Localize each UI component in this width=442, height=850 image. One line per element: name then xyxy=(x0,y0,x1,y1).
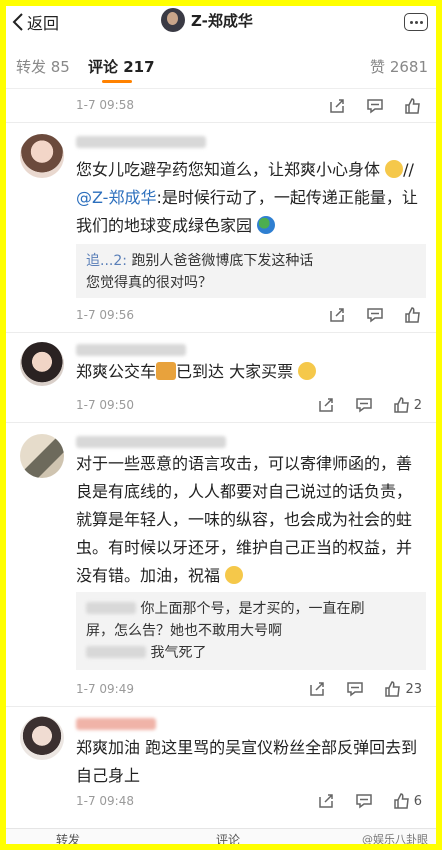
top-bar: 返回 Z-郑成华 xyxy=(6,6,436,38)
avatar[interactable] xyxy=(20,716,64,760)
reply-button[interactable] xyxy=(366,306,384,324)
repost-button[interactable]: 转发 xyxy=(56,831,80,844)
mention-link[interactable]: @Z-郑成华 xyxy=(76,188,156,207)
timestamp: 1-7 09:48 xyxy=(76,794,134,808)
like-count: 23 xyxy=(405,681,422,697)
share-button[interactable] xyxy=(317,396,335,414)
share-icon xyxy=(318,794,333,808)
comment-actions: 2 xyxy=(317,396,422,414)
divider xyxy=(6,706,436,707)
blush-emoji xyxy=(385,160,404,178)
reply-preview[interactable]: 你上面那个号，是才买的，一直在刷 屏，怎么告？她也不敢用大号啊 我气死了 xyxy=(76,592,426,670)
divider xyxy=(6,122,436,123)
timestamp: 1-7 09:56 xyxy=(76,308,134,322)
username-blurred[interactable] xyxy=(76,436,226,448)
watermark: @娱乐八卦眼 xyxy=(362,833,428,844)
comment-icon xyxy=(347,682,364,697)
reply-author[interactable] xyxy=(86,602,136,614)
share-button[interactable] xyxy=(328,306,346,324)
like-count: 6 xyxy=(413,793,422,809)
app-screen: 返回 Z-郑成华 转发 85 评论 217 赞 2681 1-7 09:58 您… xyxy=(6,6,436,844)
back-icon xyxy=(12,13,23,31)
like-button[interactable] xyxy=(404,306,422,324)
bus-emoji xyxy=(156,362,177,380)
laugh-emoji xyxy=(298,362,317,380)
username-blurred[interactable] xyxy=(76,136,206,148)
globe-emoji xyxy=(257,216,276,234)
reply-button[interactable] xyxy=(346,680,364,698)
reply-preview[interactable]: 追...2: 跑别人爸爸微博底下发这种话 您觉得真的很对吗？ xyxy=(76,244,426,298)
reply-button[interactable] xyxy=(366,97,384,115)
comment-icon xyxy=(355,794,372,809)
tab-likes[interactable]: 赞 2681 xyxy=(370,56,428,77)
page-title: Z-郑成华 xyxy=(191,11,253,30)
comment-text: 郑爽加油 跑这里骂的吴宣仪粉丝全部反弹回去到 自己身上 xyxy=(76,738,418,785)
like-icon xyxy=(393,793,409,809)
bottom-action-bar: 转发 评论 @娱乐八卦眼 xyxy=(6,828,436,844)
comment-text: 郑爽公交车 已到达 大家买票 xyxy=(76,358,426,386)
comment-icon xyxy=(355,398,372,413)
like-button[interactable]: 6 xyxy=(393,792,422,810)
like-icon xyxy=(393,397,409,413)
username-blurred[interactable] xyxy=(76,718,156,730)
profile-title[interactable]: Z-郑成华 xyxy=(161,8,253,32)
share-button[interactable] xyxy=(317,792,335,810)
like-button[interactable]: 2 xyxy=(393,396,422,414)
reply-button[interactable] xyxy=(355,792,373,810)
avatar[interactable] xyxy=(20,434,64,478)
comment-actions xyxy=(328,306,422,324)
comment-button[interactable]: 评论 xyxy=(216,831,240,844)
avatar xyxy=(161,8,185,32)
divider xyxy=(6,332,436,333)
reply-author[interactable]: 追...2: xyxy=(86,253,127,269)
sweat-emoji xyxy=(225,566,244,584)
more-icon[interactable] xyxy=(404,13,428,31)
tab-comments[interactable]: 评论 217 xyxy=(88,56,155,77)
back-label: 返回 xyxy=(27,14,60,33)
timestamp: 1-7 09:58 xyxy=(76,98,134,112)
comment-icon xyxy=(367,99,383,114)
comment-actions: 23 xyxy=(308,680,422,698)
tab-bar: 转发 85 评论 217 赞 2681 xyxy=(6,52,436,86)
like-count: 2 xyxy=(413,397,422,413)
comment-text: 您女儿吃避孕药您知道么，让郑爽小心身体 // @Z-郑成华:是时候行动了，一起传… xyxy=(76,160,418,235)
back-button[interactable]: 返回 xyxy=(12,10,59,34)
tab-repost[interactable]: 转发 85 xyxy=(16,56,70,77)
like-button[interactable]: 23 xyxy=(384,680,422,698)
share-icon xyxy=(318,398,333,412)
like-icon xyxy=(405,98,420,114)
comment-actions xyxy=(328,97,422,115)
divider xyxy=(6,88,436,89)
reply-button[interactable] xyxy=(355,396,373,414)
comment-text: 对于一些恶意的语言攻击，可以寄律师函的，善 良是有底线的，人人都要对自己说过的话… xyxy=(76,454,413,585)
avatar[interactable] xyxy=(20,134,64,178)
timestamp: 1-7 09:50 xyxy=(76,398,134,412)
like-icon xyxy=(385,681,401,697)
reply-author[interactable] xyxy=(86,646,146,658)
like-icon xyxy=(405,307,420,323)
like-button[interactable] xyxy=(404,97,422,115)
share-icon xyxy=(330,99,344,113)
share-button[interactable] xyxy=(328,97,346,115)
share-icon xyxy=(330,308,344,322)
share-icon xyxy=(310,682,325,696)
tab-indicator xyxy=(102,80,132,83)
username-blurred[interactable] xyxy=(76,344,186,356)
comment-icon xyxy=(367,308,383,323)
share-button[interactable] xyxy=(308,680,326,698)
comment-actions: 6 xyxy=(317,792,422,810)
divider xyxy=(6,422,436,423)
timestamp: 1-7 09:49 xyxy=(76,682,134,696)
avatar[interactable] xyxy=(20,342,64,386)
